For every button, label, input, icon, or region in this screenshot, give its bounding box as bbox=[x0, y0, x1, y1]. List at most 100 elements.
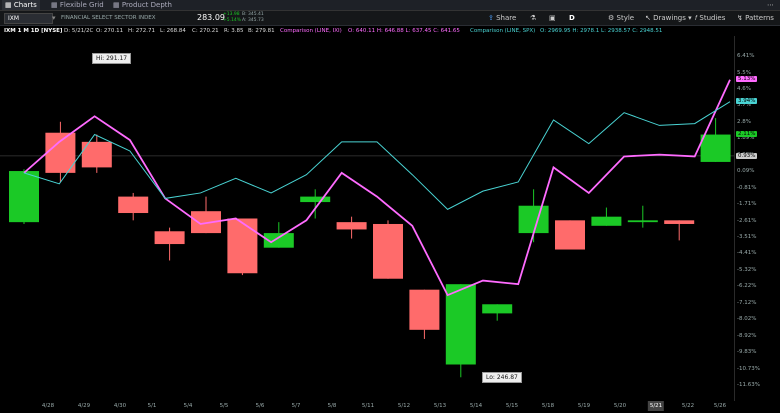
legend-open: O: 270.11 bbox=[96, 28, 124, 34]
period-button[interactable]: D bbox=[569, 11, 575, 25]
x-tick-label: 5/26 bbox=[713, 403, 727, 409]
candle-body bbox=[627, 220, 658, 223]
price-chart[interactable] bbox=[0, 36, 735, 401]
y-tick-label: 0.09% bbox=[737, 168, 755, 175]
legend-comparison-ixi[interactable]: Comparison (LINE, IXI) bbox=[280, 26, 342, 36]
x-tick-label: 5/5 bbox=[219, 403, 229, 409]
y-tick-label: -10.73% bbox=[737, 365, 760, 372]
y-value-badge: 2.11% bbox=[736, 131, 758, 138]
legend-close: C: 270.21 bbox=[192, 28, 219, 34]
studies-button[interactable]: 𝑓 Studies bbox=[695, 11, 725, 25]
x-tick-label: 4/28 bbox=[41, 403, 55, 409]
tab-product-depth[interactable]: ▦ Product Depth bbox=[110, 0, 175, 10]
cursor-icon: ↖ bbox=[645, 14, 651, 22]
tab-charts-label: Charts bbox=[13, 1, 37, 9]
flask-icon[interactable]: ⚗ bbox=[530, 11, 536, 25]
tab-flexible-grid-label: Flexible Grid bbox=[59, 1, 104, 9]
x-tick-label: 5/14 bbox=[469, 403, 483, 409]
legend-comparison-spx-values: O: 2969.95 H: 2978.1 L: 2938.57 C: 2948.… bbox=[540, 28, 663, 34]
candle-body bbox=[154, 231, 185, 245]
window-controls-icon[interactable]: ⋯ bbox=[767, 0, 774, 10]
y-value-badge: 0.93% bbox=[736, 152, 758, 159]
legend-comparison-spx[interactable]: Comparison (LINE, SPX) bbox=[470, 26, 535, 36]
y-value-badge: 3.94% bbox=[736, 97, 758, 104]
y-tick-label: 2.8% bbox=[737, 118, 751, 125]
gear-icon: ⚙ bbox=[608, 14, 615, 22]
legend-low: L: 268.84 bbox=[160, 28, 186, 34]
candle-body bbox=[482, 304, 513, 314]
candle-body bbox=[700, 134, 731, 162]
tab-bar: ▦ Charts ▦ Flexible Grid ▦ Product Depth… bbox=[0, 0, 780, 11]
calendar-icon[interactable]: ▣ bbox=[549, 11, 556, 25]
x-tick-label: 5/1 bbox=[147, 403, 157, 409]
low-callout: Lo: 246.87 bbox=[482, 372, 522, 383]
patterns-button[interactable]: ↯ Patterns bbox=[737, 11, 774, 25]
y-tick-label: -4.41% bbox=[737, 250, 757, 257]
series-line-spx bbox=[23, 101, 731, 210]
y-tick-label: -7.12% bbox=[737, 299, 757, 306]
y-tick-label: -2.61% bbox=[737, 217, 757, 224]
candle-body bbox=[409, 289, 440, 330]
candle-body bbox=[9, 171, 39, 223]
legend-range: R: 3.85 bbox=[224, 28, 244, 34]
y-tick-label: -11.63% bbox=[737, 382, 760, 389]
style-button[interactable]: ⚙ Style bbox=[608, 11, 634, 25]
y-tick-label: -9.83% bbox=[737, 349, 757, 356]
x-tick-label: 5/22 bbox=[681, 403, 695, 409]
y-tick-label: 4.6% bbox=[737, 85, 751, 92]
x-tick-label: 5/20 bbox=[613, 403, 627, 409]
candle-body bbox=[118, 196, 149, 214]
symbol-input[interactable]: IXM bbox=[4, 13, 53, 24]
symbol-dropdown-icon[interactable]: ▾ bbox=[52, 11, 56, 25]
y-axis[interactable]: 6.41%5.5%4.6%3.7%2.8%1.89%0.99%0.09%-0.8… bbox=[736, 36, 780, 401]
candle-body bbox=[445, 284, 476, 365]
patterns-label: Patterns bbox=[745, 14, 774, 22]
symbol-description: FINANCIAL SELECT SECTOR INDEX bbox=[61, 15, 156, 21]
x-tick-label: 5/6 bbox=[255, 403, 265, 409]
x-tick-label: 5/21 bbox=[647, 401, 665, 411]
drawings-label: Drawings bbox=[653, 14, 686, 22]
y-tick-label: -8.92% bbox=[737, 332, 757, 339]
candle-body bbox=[518, 205, 549, 234]
high-callout: Hi: 291.17 bbox=[92, 53, 132, 64]
share-button[interactable]: ⇪ Share bbox=[488, 11, 516, 25]
legend-extra: B: 279.81 bbox=[248, 28, 275, 34]
x-tick-label: 5/12 bbox=[397, 403, 411, 409]
legend-comparison-ixi-values: O: 640.11 H: 646.88 L: 637.45 C: 641.65 bbox=[348, 28, 460, 34]
x-tick-label: 5/4 bbox=[183, 403, 193, 409]
candle-body bbox=[227, 218, 258, 274]
share-label: Share bbox=[496, 14, 517, 22]
x-tick-label: 5/15 bbox=[505, 403, 519, 409]
studies-label: Studies bbox=[699, 14, 726, 22]
candle-body bbox=[664, 220, 695, 224]
x-tick-label: 5/7 bbox=[291, 403, 301, 409]
x-tick-label: 4/30 bbox=[113, 403, 127, 409]
style-label: Style bbox=[616, 14, 635, 22]
y-tick-label: -6.22% bbox=[737, 283, 757, 290]
change-pct: +5.14% bbox=[223, 18, 242, 23]
y-tick-label: 6.41% bbox=[737, 52, 755, 59]
y-tick-label: -5.32% bbox=[737, 266, 757, 273]
candle-body bbox=[300, 196, 331, 203]
x-tick-label: 5/13 bbox=[433, 403, 447, 409]
last-price: 283.09 bbox=[197, 13, 225, 22]
x-tick-label: 5/18 bbox=[541, 403, 555, 409]
x-tick-label: 5/19 bbox=[577, 403, 591, 409]
chart-grid bbox=[0, 36, 735, 401]
tab-product-depth-label: Product Depth bbox=[121, 1, 172, 9]
legend-high: H: 272.71 bbox=[128, 28, 155, 34]
studies-icon: 𝑓 bbox=[695, 14, 698, 22]
y-tick-label: -3.51% bbox=[737, 233, 757, 240]
y-tick-label: 5.5% bbox=[737, 69, 751, 76]
x-tick-label: 4/29 bbox=[77, 403, 91, 409]
candle-body bbox=[336, 222, 367, 230]
x-axis[interactable]: 4/28 4/29 4/30 5/1 5/4 5/5 5/6 5/7 5/8 5/11 5/12 5/… bbox=[0, 401, 780, 413]
x-tick-label: 5/11 bbox=[361, 403, 375, 409]
y-tick-label: -0.81% bbox=[737, 184, 757, 191]
tab-charts[interactable]: ▦ Charts bbox=[2, 0, 40, 10]
candle-body bbox=[555, 220, 585, 250]
legend-date: D: 5/21/2C bbox=[64, 28, 94, 34]
tab-flexible-grid[interactable]: ▦ Flexible Grid bbox=[48, 0, 107, 10]
chart-title: IXM 1 M 1D [NYSE] bbox=[4, 28, 63, 34]
drawings-button[interactable]: ↖ Drawings ▾ bbox=[645, 11, 692, 25]
